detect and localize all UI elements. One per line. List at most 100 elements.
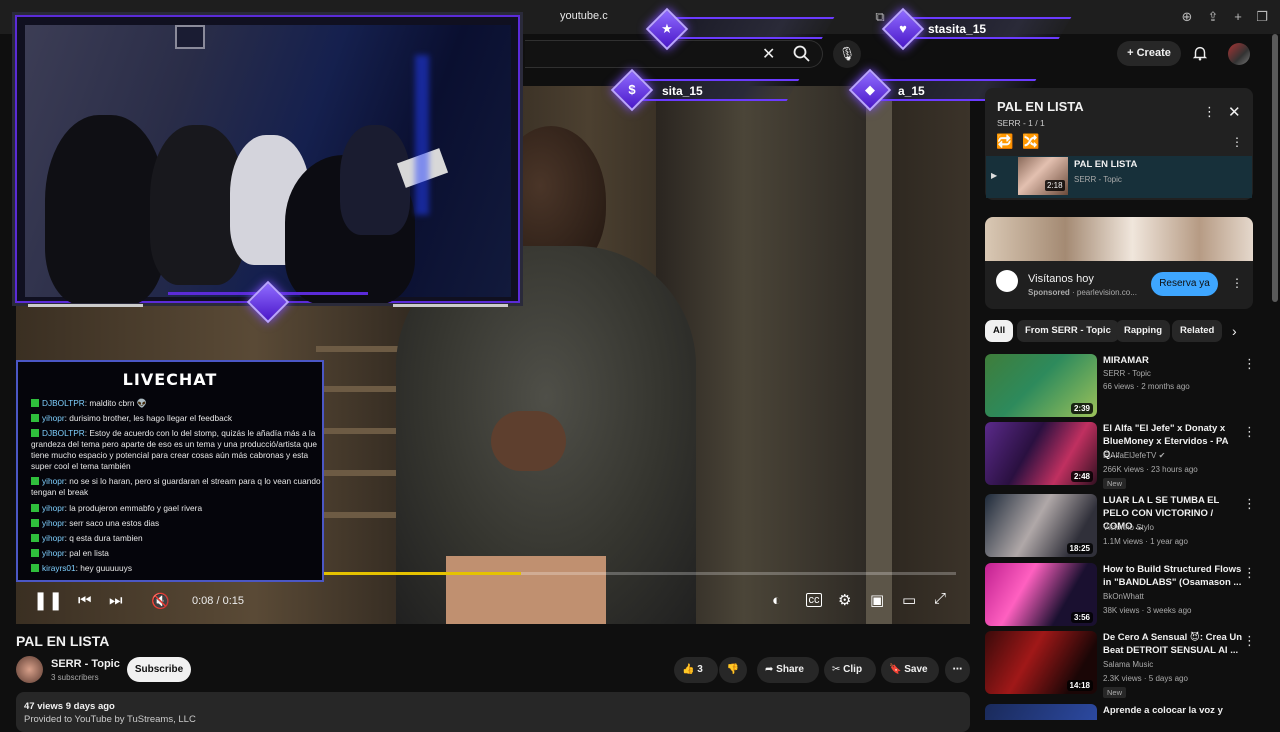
more-actions-button[interactable]: ⋯ (945, 657, 970, 683)
time-display: 0:08 / 0:15 (192, 595, 244, 607)
playlist-title[interactable]: PAL EN LISTA (997, 99, 1084, 114)
chevron-right-icon[interactable]: › (1232, 323, 1237, 339)
translate-icon[interactable]: ⧉ (872, 9, 888, 25)
advertiser-logo (996, 270, 1018, 292)
chip-from-channel[interactable]: From SERR - Topic (1017, 320, 1119, 342)
close-icon[interactable]: ✕ (1228, 103, 1241, 121)
more-horizontal-icon: ⋯ (952, 664, 963, 675)
video-title[interactable]: MIRAMAR (1103, 354, 1243, 367)
save-button[interactable]: 🔖 Save (881, 657, 939, 683)
recommendation-item[interactable]: 2:39 MIRAMAR SERR - Topic 66 views · 2 m… (985, 354, 1270, 418)
shuffle-icon[interactable]: 🔀 (1022, 133, 1039, 150)
channel-name: BkOnWhatt (1103, 592, 1144, 601)
playlist-subtitle: SERR - 1 / 1 (997, 118, 1045, 128)
channel-name: Victorino Stylo (1103, 523, 1154, 532)
mute-icon[interactable]: 🔇 (151, 592, 170, 610)
channel-avatar[interactable] (16, 656, 43, 683)
search-icon[interactable] (791, 44, 813, 64)
clip-button[interactable]: ✂ Clip (824, 657, 876, 683)
channel-name[interactable]: SERR - Topic (51, 658, 120, 670)
video-thumbnail[interactable]: 3:56 (985, 563, 1097, 626)
ad-image[interactable] (985, 217, 1253, 261)
next-icon[interactable]: ⏭ (109, 592, 123, 609)
chat-message: DJBOLTPR: maldito cbrn 👽 (31, 398, 321, 409)
video-title[interactable]: Aprende a colocar la voz y (1103, 704, 1243, 717)
user-badge-icon (31, 534, 39, 542)
more-vertical-icon[interactable]: ⋮ (1243, 633, 1256, 649)
page-scrollbar[interactable] (1272, 34, 1278, 302)
more-vertical-icon[interactable]: ⋮ (1203, 104, 1216, 120)
video-meta: 66 views · 2 months ago (1103, 382, 1190, 391)
dislike-button[interactable]: 👎 (719, 657, 747, 683)
search-input[interactable] (525, 40, 823, 68)
download-icon[interactable]: ⊕ (1179, 9, 1195, 25)
more-vertical-icon[interactable]: ⋮ (1243, 565, 1256, 581)
playlist-more-icon[interactable]: ⋮ (1231, 135, 1243, 149)
channel-name: SERR - Topic (1103, 369, 1151, 378)
channel-name: Salama Music (1103, 660, 1154, 669)
clear-search-icon[interactable]: ✕ (762, 44, 775, 64)
recommendation-item[interactable]: 18:25 LUAR LA L SE TUMBA EL PELO CON VIC… (985, 494, 1270, 558)
share-button[interactable]: ➦ Share (757, 657, 819, 683)
chat-message: yihopr: q esta dura tambien (31, 533, 321, 544)
description-box[interactable] (16, 692, 970, 732)
more-vertical-icon[interactable]: ⋮ (1243, 496, 1256, 512)
livechat-overlay: LIVECHAT DJBOLTPR: maldito cbrn 👽 yihopr… (16, 360, 324, 582)
mic-icon[interactable]: 🎙 (833, 40, 861, 68)
video-title[interactable]: How to Build Structured Flows in "BANDLA… (1103, 563, 1243, 589)
subscriber-count: 3 subscribers (51, 673, 99, 682)
webcam-overlay (12, 12, 523, 306)
user-badge-icon (31, 414, 39, 422)
create-button[interactable]: + Create (1117, 41, 1181, 66)
share-icon[interactable]: ⇪ (1205, 9, 1221, 25)
video-title[interactable]: De Cero A Sensual 😈: Crea Un Beat DETROI… (1103, 631, 1243, 657)
fullscreen-icon[interactable]: ⤢ (934, 590, 946, 607)
video-thumbnail[interactable]: 2:39 (985, 354, 1097, 417)
video-meta: 38K views · 3 weeks ago (1103, 606, 1192, 615)
autoplay-toggle[interactable]: ◐ (772, 592, 781, 609)
chat-message: kirayrs01: hey guuuuuys (31, 563, 321, 574)
ad-title[interactable]: Visítanos hoy (1028, 273, 1094, 285)
new-badge: New (1103, 478, 1127, 489)
chat-message: yihopr: durisimo brother, les hago llega… (31, 413, 321, 424)
ad-more-icon[interactable]: ⋮ (1231, 276, 1243, 290)
video-thumbnail[interactable] (985, 704, 1097, 720)
recommendation-item[interactable]: 2:48 El Alfa "El Jefe" x Donaty x BlueMo… (985, 422, 1270, 489)
chat-message: yihopr: serr saco una estos dias (31, 518, 321, 529)
tabs-overview-icon[interactable]: ❐ (1254, 9, 1270, 25)
now-playing-icon: ▶ (991, 171, 998, 180)
bookmark-icon: 🔖 (889, 664, 905, 675)
account-avatar[interactable] (1228, 43, 1250, 65)
captions-icon[interactable]: cc (806, 593, 822, 607)
more-vertical-icon[interactable]: ⋮ (1243, 356, 1256, 372)
recommendation-item[interactable]: 14:18 De Cero A Sensual 😈: Crea Un Beat … (985, 631, 1270, 698)
more-vertical-icon[interactable]: ⋮ (1243, 424, 1256, 440)
loop-icon[interactable]: 🔁 (996, 133, 1013, 150)
scissors-icon: ✂ (832, 664, 844, 675)
pause-icon[interactable]: ❚❚ (33, 590, 63, 611)
playlist-item-title[interactable]: PAL EN LISTA (1074, 159, 1137, 170)
chip-all[interactable]: All (985, 320, 1014, 342)
previous-icon[interactable]: ⏮ (78, 592, 92, 609)
chat-message: yihopr: no se si lo haran, pero si guard… (31, 476, 321, 497)
settings-icon[interactable]: ⚙ (838, 591, 851, 609)
video-thumbnail[interactable]: 14:18 (985, 631, 1097, 694)
share-arrow-icon: ➦ (765, 664, 777, 675)
video-thumbnail[interactable]: 18:25 (985, 494, 1097, 557)
video-meta: 1.1M views · 1 year ago (1103, 537, 1188, 546)
chat-message: DJBOLTPR: Estoy de acuerdo con lo del st… (31, 428, 317, 471)
chip-related[interactable]: Related (1172, 320, 1223, 342)
cast-icon[interactable]: ▭ (902, 591, 916, 609)
recommendation-item[interactable]: Aprende a colocar la voz y (985, 704, 1270, 720)
playlist-item-channel: SERR - Topic (1074, 175, 1122, 184)
ad-cta-button[interactable]: Reserva ya (1151, 272, 1218, 296)
new-tab-icon[interactable]: + (1230, 9, 1246, 25)
subscribe-button[interactable]: Subscribe (127, 657, 191, 682)
like-button[interactable]: 👍 3 (674, 657, 718, 683)
video-thumbnail[interactable]: 2:48 (985, 422, 1097, 485)
notifications-icon[interactable] (1191, 44, 1209, 62)
recommendation-item[interactable]: 3:56 How to Build Structured Flows in "B… (985, 563, 1270, 627)
new-badge: New (1103, 687, 1127, 698)
chip-rapping[interactable]: Rapping (1116, 320, 1170, 342)
miniplayer-icon[interactable]: ▣ (870, 591, 884, 609)
